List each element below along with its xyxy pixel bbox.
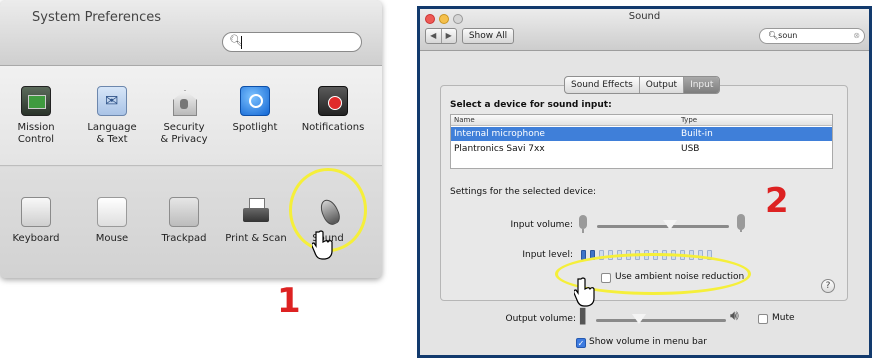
table-header bbox=[451, 115, 832, 126]
magnifier-icon: 🔍︎ bbox=[768, 31, 779, 40]
speaker-high-icon: 🔊︎ bbox=[730, 308, 739, 324]
pointer-hand-icon bbox=[312, 230, 333, 260]
system-preferences-toolbar: System Preferences 🔍︎ bbox=[0, 0, 382, 66]
table-row[interactable]: Plantronics Savi 7xx USB bbox=[451, 142, 832, 156]
back-arrow-icon[interactable]: ◀ bbox=[426, 29, 441, 43]
preferences-row-personal: Mission Control Language & Text Security… bbox=[0, 66, 382, 166]
pane-label: Spotlight bbox=[232, 122, 278, 133]
window-title: System Preferences bbox=[32, 10, 162, 25]
mute-checkbox[interactable] bbox=[758, 314, 768, 324]
pane-print-scan[interactable]: Print & Scan bbox=[219, 197, 293, 245]
mute-label: Mute bbox=[772, 313, 795, 323]
select-device-label: Select a device for sound input: bbox=[450, 100, 612, 110]
printer-icon bbox=[241, 197, 271, 227]
search-input[interactable]: 🔍︎soun ⊗ bbox=[759, 28, 865, 44]
column-header-type[interactable]: Type bbox=[681, 115, 697, 126]
security-privacy-icon bbox=[169, 86, 199, 116]
text-caret bbox=[241, 36, 242, 49]
show-volume-checkbox[interactable]: ✓ bbox=[576, 338, 586, 348]
output-volume-slider[interactable] bbox=[596, 319, 726, 322]
pane-trackpad[interactable]: Trackpad bbox=[150, 197, 218, 245]
tab-input[interactable]: Input bbox=[684, 77, 720, 93]
input-level-label: Input level: bbox=[522, 250, 573, 260]
search-input[interactable]: 🔍︎ bbox=[222, 32, 362, 52]
spotlight-icon bbox=[240, 86, 270, 116]
pane-label: Notifications bbox=[301, 122, 365, 133]
sound-titlebar: Sound ◀ ▶ Show All 🔍︎soun ⊗ bbox=[420, 9, 869, 51]
speaker-low-icon: ▌ bbox=[580, 309, 591, 325]
window-title: Sound bbox=[628, 11, 661, 22]
pane-label: Mouse bbox=[95, 233, 129, 244]
input-device-table: Name Type Internal microphone Built-in P… bbox=[450, 114, 833, 169]
mission-control-icon bbox=[21, 86, 51, 116]
pane-keyboard[interactable]: Keyboard bbox=[2, 197, 70, 245]
search-value: soun bbox=[778, 31, 798, 40]
pane-mission-control[interactable]: Mission Control bbox=[2, 86, 70, 146]
pane-spotlight[interactable]: Spotlight bbox=[221, 86, 289, 134]
forward-arrow-icon[interactable]: ▶ bbox=[440, 29, 457, 43]
output-volume-label: Output volume: bbox=[505, 314, 577, 324]
step-number-1: 1 bbox=[277, 281, 301, 321]
help-button[interactable]: ? bbox=[821, 279, 835, 293]
show-all-button[interactable]: Show All bbox=[462, 28, 514, 44]
pane-label: Security & Privacy bbox=[160, 122, 208, 145]
tab-output[interactable]: Output bbox=[640, 77, 685, 93]
pointer-hand-icon bbox=[574, 277, 595, 307]
trackpad-icon bbox=[169, 197, 199, 227]
output-volume-knob[interactable] bbox=[630, 313, 647, 325]
pane-notifications[interactable]: Notifications bbox=[294, 86, 372, 134]
show-volume-label: Show volume in menu bar bbox=[589, 337, 707, 347]
input-volume-knob[interactable] bbox=[661, 219, 678, 231]
screenshot-stage: System Preferences 🔍︎ Mission Control La… bbox=[0, 0, 872, 358]
language-text-icon bbox=[97, 86, 127, 116]
settings-label: Settings for the selected device: bbox=[450, 187, 597, 197]
pane-label: Mission Control bbox=[17, 122, 55, 145]
pane-label: Trackpad bbox=[161, 233, 207, 244]
tab-bar: Sound Effects Output Input bbox=[564, 76, 721, 94]
clear-search-icon[interactable]: ⊗ bbox=[853, 29, 860, 43]
pane-label: Print & Scan bbox=[225, 233, 287, 244]
tab-sound-effects[interactable]: Sound Effects bbox=[565, 77, 640, 93]
microphone-high-icon bbox=[737, 214, 745, 232]
device-type: Built-in bbox=[681, 129, 713, 139]
mouse-icon bbox=[97, 197, 127, 227]
step-number-2: 2 bbox=[765, 181, 789, 221]
device-name: Internal microphone bbox=[454, 129, 545, 139]
keyboard-icon bbox=[21, 197, 51, 227]
input-volume-label: Input volume: bbox=[510, 220, 573, 230]
sound-window: Sound ◀ ▶ Show All 🔍︎soun ⊗ Sound Effect… bbox=[417, 6, 872, 358]
pane-language-text[interactable]: Language & Text bbox=[78, 86, 146, 146]
table-row[interactable]: Internal microphone Built-in bbox=[451, 127, 832, 141]
pane-label: Language & Text bbox=[87, 122, 137, 145]
back-forward-buttons: ◀ ▶ bbox=[425, 28, 457, 44]
device-type: USB bbox=[681, 144, 700, 154]
pane-security-privacy[interactable]: Security & Privacy bbox=[150, 86, 218, 146]
pane-label: Keyboard bbox=[12, 233, 60, 244]
column-header-name[interactable]: Name bbox=[454, 115, 475, 126]
pane-mouse[interactable]: Mouse bbox=[78, 197, 146, 245]
notifications-icon bbox=[318, 86, 348, 116]
microphone-low-icon bbox=[579, 215, 587, 233]
device-name: Plantronics Savi 7xx bbox=[454, 144, 545, 154]
